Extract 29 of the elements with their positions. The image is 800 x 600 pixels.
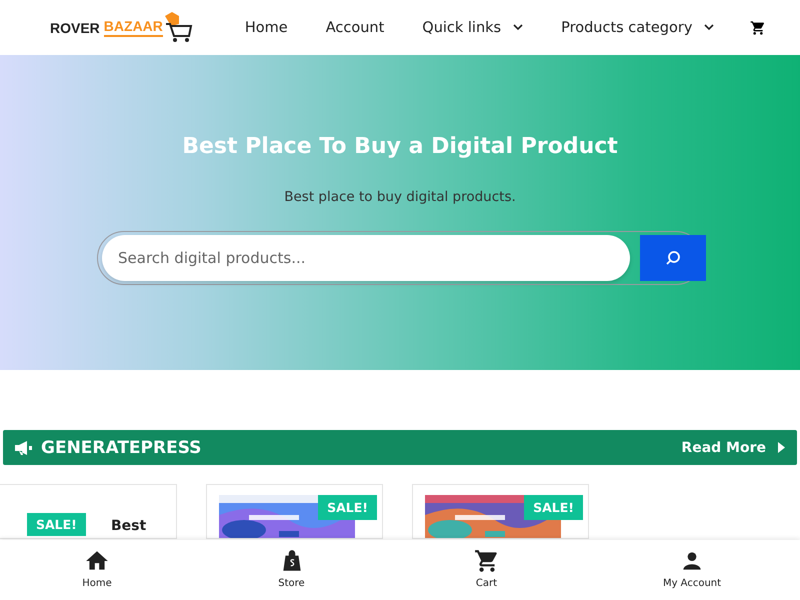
logo-text: ROVER — [50, 20, 100, 36]
chevron-down-icon[interactable] — [513, 24, 524, 31]
search-button[interactable] — [640, 235, 706, 281]
nav-link[interactable]: Quick links — [422, 20, 524, 36]
logo-text: BAZAAR — [104, 18, 163, 37]
sale-badge: SALE! — [318, 495, 377, 520]
bottom-nav-item[interactable]: My Account — [584, 540, 800, 600]
bottom-nav-item[interactable]: Cart — [389, 540, 584, 600]
sale-badge: SALE! — [524, 495, 583, 520]
product-card[interactable]: SALE! Best — [0, 484, 177, 539]
nav-link[interactable]: Account — [326, 20, 384, 36]
bottom-nav-item[interactable]: Home — [0, 540, 194, 600]
read-more-link[interactable]: Read More — [681, 440, 785, 456]
product-title: Best — [111, 518, 146, 534]
cart-logo-icon — [162, 12, 193, 44]
nav-link[interactable]: Products category — [561, 20, 714, 36]
hero-title: Best Place To Buy a Digital Product — [182, 134, 618, 159]
megaphone-icon — [14, 440, 33, 456]
search-icon — [665, 250, 681, 266]
cart-icon[interactable] — [750, 20, 766, 36]
section-title: GENERATEPRESS — [41, 438, 202, 458]
search-field[interactable]: Search digital products... — [102, 235, 630, 281]
hero-subtitle: Best place to buy digital products. — [284, 189, 516, 205]
chevron-down-icon[interactable] — [704, 24, 714, 31]
nav-link[interactable]: Home — [244, 20, 288, 36]
cart-icon — [474, 548, 500, 574]
bottom-nav-item[interactable]: Store — [194, 540, 389, 600]
play-arrow-icon — [778, 442, 785, 453]
sale-badge: SALE! — [27, 513, 86, 536]
